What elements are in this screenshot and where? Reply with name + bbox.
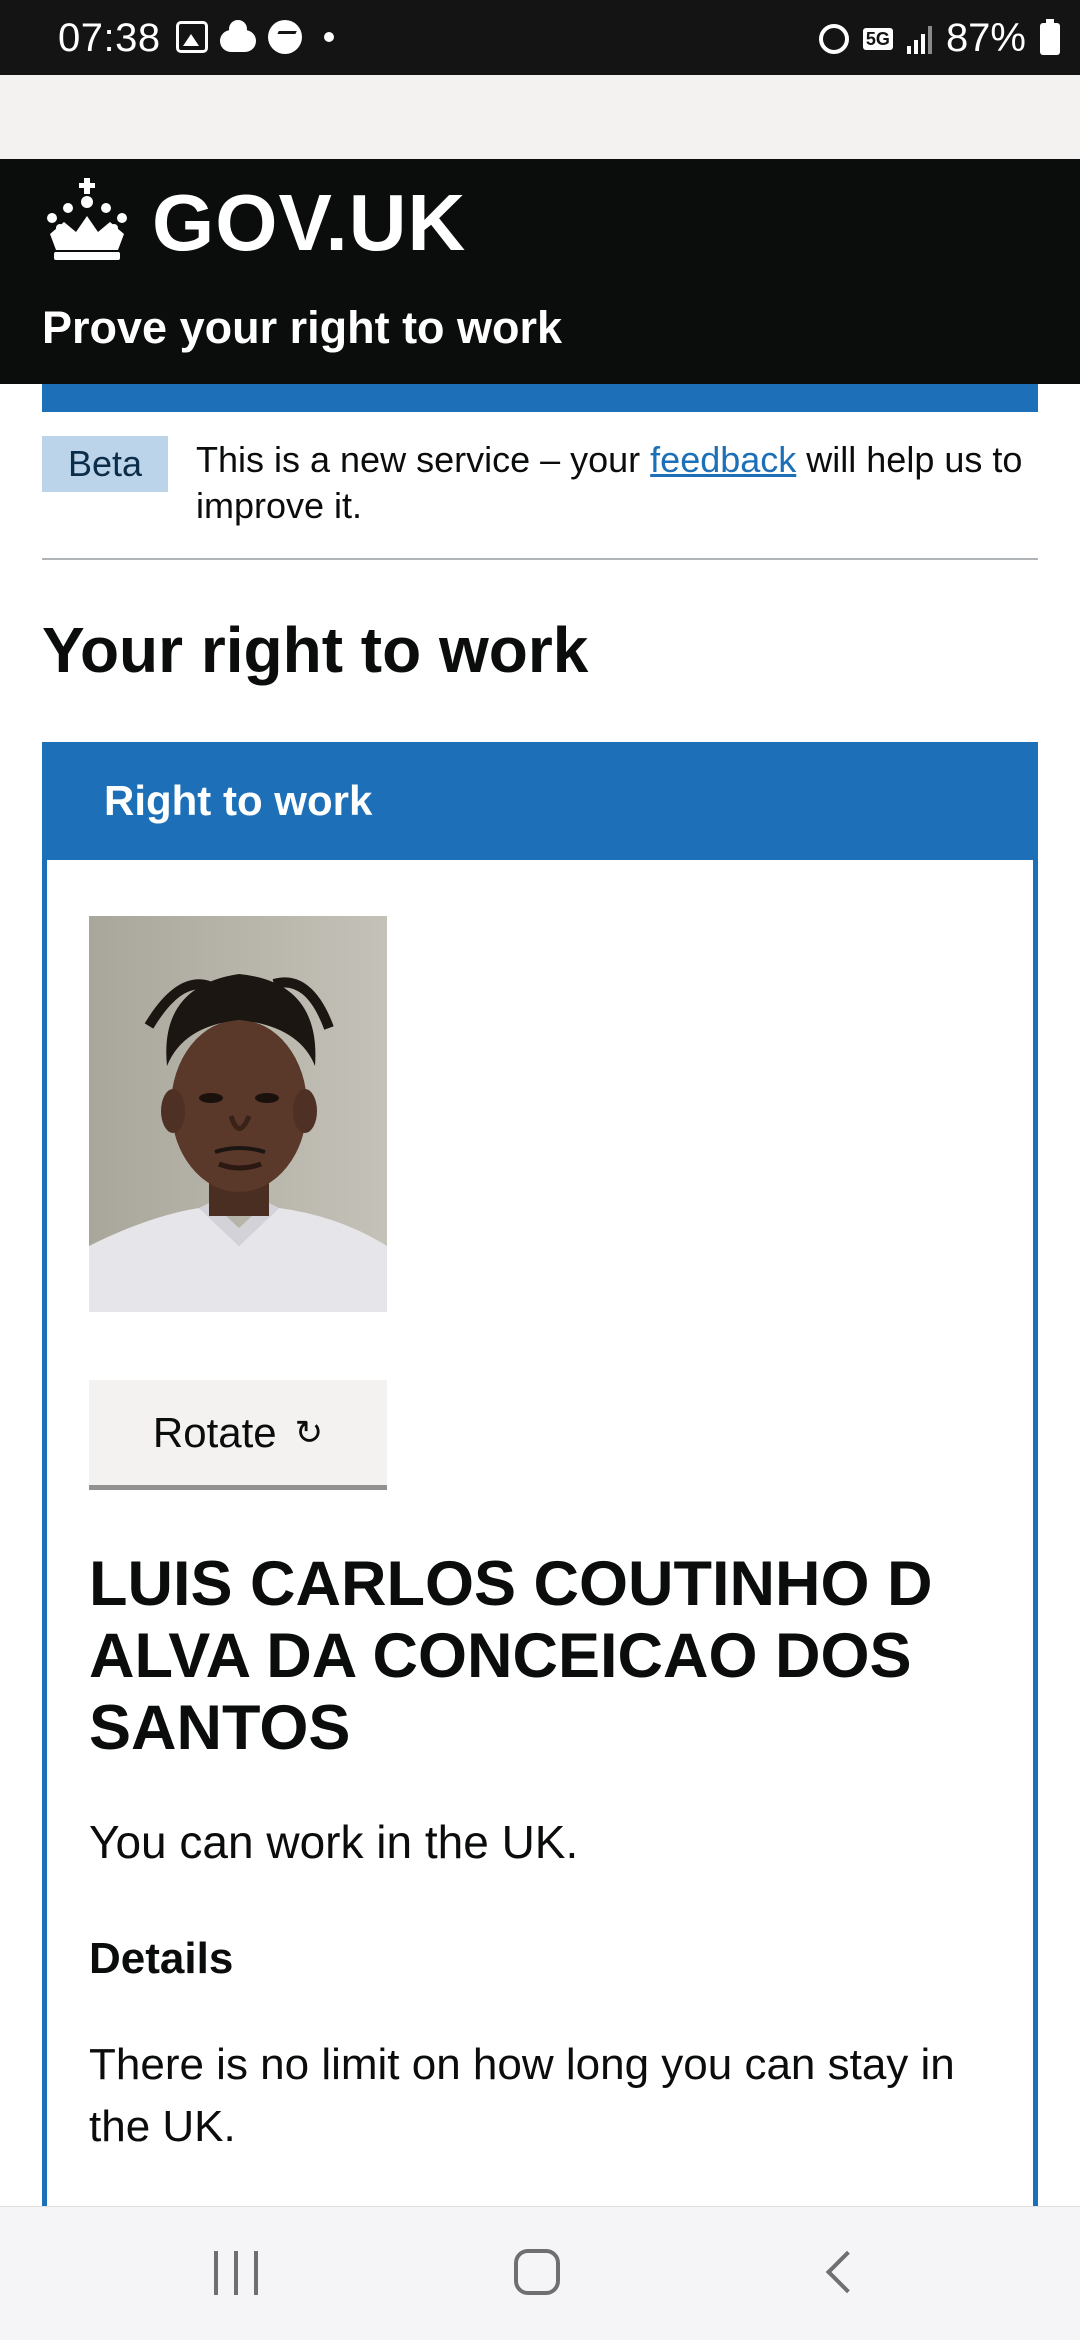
rotate-icon: ↻ [294,1413,324,1452]
cloud-icon [220,20,256,52]
system-icons: 5G 87% [818,16,1060,61]
more-notifications-dot-icon [324,32,334,42]
person-photo [89,916,387,1312]
card-title: Right to work [42,742,1038,860]
service-name-link[interactable]: Prove your right to work [42,302,562,354]
rotate-button-label: Rotate [152,1408,277,1456]
govuk-logotype-link[interactable]: GOV.UK [152,183,466,263]
feedback-link[interactable]: feedback [650,439,796,480]
battery-icon [1040,18,1060,55]
home-icon[interactable] [514,2249,560,2295]
header-accent-bar [42,384,1038,412]
gallery-icon [176,21,208,53]
network-type-badge: 5G [862,27,893,50]
messenger-icon [268,20,302,54]
phase-text-before: This is a new service – your [196,439,651,480]
section-divider [42,558,1038,560]
details-heading: Details [89,1934,234,1983]
page-title: Your right to work [42,614,589,686]
details-text: There is no limit on how long you can st… [89,2040,955,2151]
system-navigation-bar [0,2206,1080,2340]
back-icon[interactable] [825,2250,869,2294]
rotate-button[interactable]: Rotate ↻ [89,1380,387,1490]
work-status-text: You can work in the UK. [89,1816,579,1868]
browser-toolbar-strip [0,75,1080,159]
status-bar: 07:38 5G 87% [0,0,1080,75]
status-time: 07:38 [58,16,161,60]
recent-apps-icon[interactable] [214,2251,258,2295]
person-name: LUIS CARLOS COUTINHO D ALVA DA CONCEICAO… [89,1549,933,1763]
signal-icon [906,24,932,54]
battery-level: 87% [945,16,1026,60]
alarm-icon [818,23,849,54]
phase-banner-text: This is a new service – your feedback wi… [196,437,1026,529]
notification-icons [176,20,334,54]
phase-tag-beta: Beta [42,436,168,492]
crown-icon [47,178,127,260]
portrait-image [89,916,387,1312]
